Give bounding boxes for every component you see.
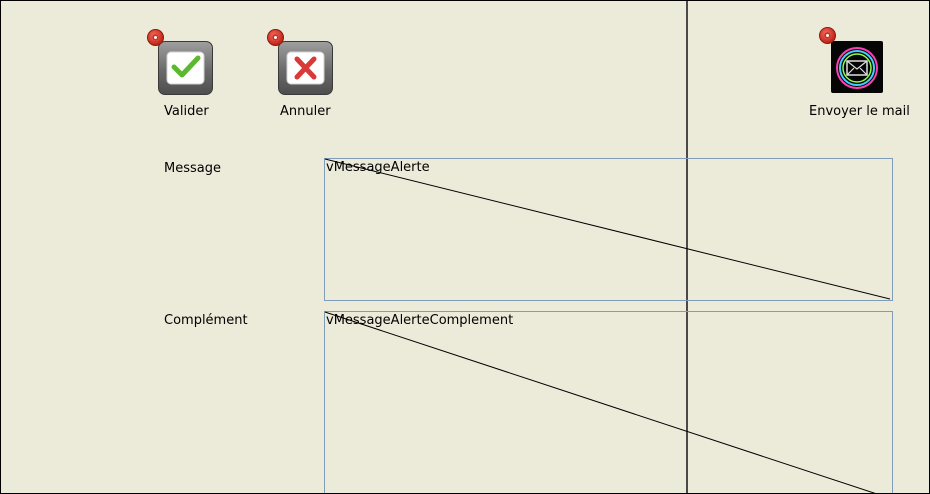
valider-button[interactable] <box>158 41 213 95</box>
message-label: Message <box>164 161 221 176</box>
complement-placeholder-diagonal <box>324 311 876 493</box>
annuler-button[interactable] <box>278 41 333 95</box>
complement-value: vMessageAlerteComplement <box>326 313 514 328</box>
complement-label: Complément <box>164 313 248 328</box>
checkmark-icon <box>166 51 205 85</box>
message-value: vMessageAlerte <box>326 160 430 175</box>
message-field[interactable]: vMessageAlerte <box>324 158 893 301</box>
valider-badge-icon <box>147 29 164 46</box>
envoyer-mail-label: Envoyer le mail <box>809 104 910 119</box>
envelope-icon <box>836 47 878 89</box>
annuler-badge-icon <box>267 29 284 46</box>
annuler-label: Annuler <box>280 104 331 119</box>
message-placeholder-diagonal <box>324 158 891 300</box>
complement-field[interactable]: vMessageAlerteComplement <box>324 311 893 493</box>
form-canvas: Valider Annuler Envoyer le mail Message … <box>0 0 930 494</box>
envoyer-badge-icon <box>819 27 836 44</box>
envoyer-mail-button[interactable] <box>831 41 883 93</box>
valider-label: Valider <box>164 104 209 119</box>
cross-icon <box>286 51 325 85</box>
